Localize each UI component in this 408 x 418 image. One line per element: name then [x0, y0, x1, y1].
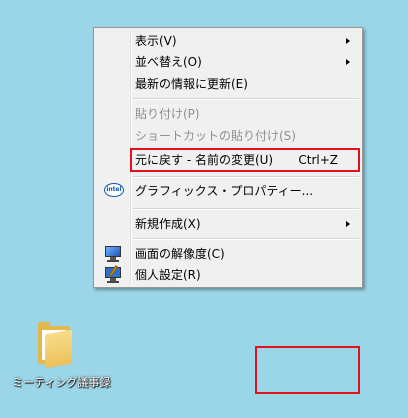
- personalize-icon: [104, 265, 124, 283]
- desktop[interactable]: 表示(V) 並べ替え(O) 最新の情報に更新(E) 貼り付け(P) ショートカッ…: [0, 0, 408, 418]
- intel-logo: intel: [104, 183, 124, 197]
- menu-item-undo-rename[interactable]: 元に戻す - 名前の変更(U) Ctrl+Z: [94, 150, 362, 170]
- menu-item-label: 個人設定(R): [135, 268, 201, 282]
- submenu-arrow-icon: [346, 221, 350, 227]
- intel-graphics-icon: intel: [104, 183, 124, 199]
- menu-item-label: 最新の情報に更新(E): [135, 77, 248, 91]
- menu-item-sort[interactable]: 並べ替え(O): [94, 52, 362, 72]
- submenu-arrow-icon: [346, 59, 350, 65]
- menu-item-personalize[interactable]: 個人設定(R): [94, 265, 362, 285]
- menu-item-new[interactable]: 新規作成(X): [94, 214, 362, 234]
- menu-item-graphics-properties[interactable]: intel グラフィックス・プロパティー...: [94, 181, 362, 201]
- menu-item-label: 表示(V): [135, 34, 177, 48]
- menu-item-shortcut: Ctrl+Z: [298, 153, 338, 167]
- highlight-annotation-box-empty: [255, 346, 360, 394]
- menu-item-screen-resolution[interactable]: 画面の解像度(C): [94, 244, 362, 264]
- menu-separator: [133, 176, 359, 178]
- menu-item-view[interactable]: 表示(V): [94, 31, 362, 51]
- menu-item-label: 新規作成(X): [135, 217, 201, 231]
- menu-item-label: 元に戻す - 名前の変更(U): [135, 153, 274, 167]
- submenu-arrow-icon: [346, 38, 350, 44]
- menu-item-paste[interactable]: 貼り付け(P): [94, 104, 362, 124]
- desktop-folder-meeting-minutes[interactable]: ミーティング議事録: [12, 320, 110, 392]
- menu-item-label: グラフィックス・プロパティー...: [135, 184, 314, 198]
- menu-separator: [133, 208, 359, 210]
- context-menu: 表示(V) 並べ替え(O) 最新の情報に更新(E) 貼り付け(P) ショートカッ…: [93, 27, 363, 288]
- folder-label: ミーティング議事録: [12, 376, 111, 389]
- folder-icon-front: [45, 329, 72, 369]
- menu-item-label: ショートカットの貼り付け(S): [135, 129, 296, 143]
- menu-item-label: 並べ替え(O): [135, 55, 202, 69]
- menu-item-paste-shortcut[interactable]: ショートカットの貼り付け(S): [94, 126, 362, 146]
- menu-separator: [133, 98, 359, 100]
- menu-item-label: 画面の解像度(C): [135, 247, 225, 261]
- menu-item-label: 貼り付け(P): [135, 107, 200, 121]
- menu-separator: [133, 238, 359, 240]
- menu-item-refresh[interactable]: 最新の情報に更新(E): [94, 74, 362, 94]
- screen-resolution-icon: [104, 246, 124, 262]
